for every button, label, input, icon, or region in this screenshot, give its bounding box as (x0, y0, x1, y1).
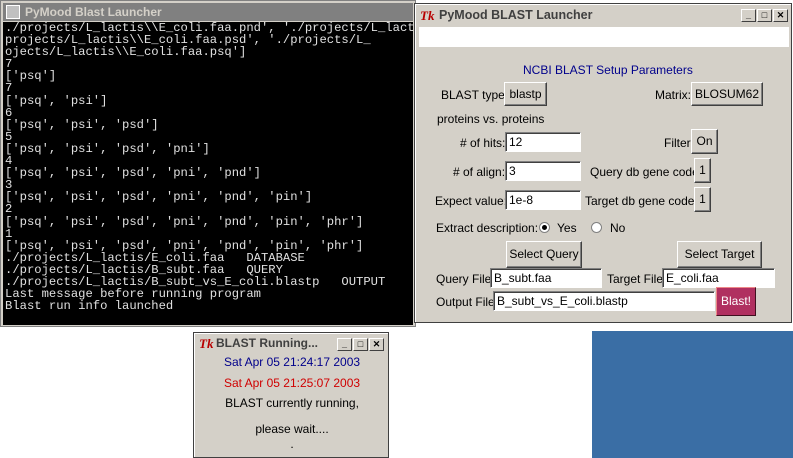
query-file-input[interactable]: B_subt.faa (490, 268, 602, 288)
query-code-button[interactable]: 1 (694, 158, 711, 183)
launcher-title: PyMood BLAST Launcher (439, 8, 593, 22)
setup-header: NCBI BLAST Setup Parameters (523, 63, 693, 77)
extract-no-radio[interactable] (591, 222, 602, 233)
target-code-button[interactable]: 1 (694, 187, 711, 212)
console-window: PyMood Blast Launcher ./projects/L_lacti… (0, 0, 416, 327)
maximize-button[interactable]: □ (353, 338, 368, 351)
console-line: Blast run info launched (5, 299, 174, 314)
matrix-button[interactable]: BLOSUM62 (691, 82, 763, 106)
query-file-label: Query File: (436, 272, 495, 286)
close-button[interactable]: ✕ (369, 338, 384, 351)
running-window: Tk BLAST Running... _ □ ✕ Sat Apr 05 21:… (193, 332, 389, 458)
console-line: ['psq', 'psi', 'psd', 'pni', 'pnd'] (5, 166, 261, 181)
target-code-label: Target db gene code: (585, 194, 698, 208)
matrix-label: Matrix: (655, 88, 691, 102)
extract-no-label: No (610, 221, 626, 235)
align-label: # of align: (453, 165, 506, 179)
console-output[interactable]: ./projects/L_lactis\\E_coli.faa.pnd', '.… (3, 22, 413, 325)
status-text: BLAST currently running, (225, 396, 359, 410)
console-line: ['psq', 'psi', 'psd', 'pni', 'pnd', 'pin… (5, 214, 364, 229)
minimize-button[interactable]: _ (337, 338, 352, 351)
console-line: ojects/L_lactis\\E_coli.faa.psq'] (5, 45, 247, 60)
progress-dot: . (290, 437, 294, 451)
minimize-button[interactable]: _ (741, 9, 756, 22)
extract-yes-label: Yes (557, 221, 577, 235)
filter-label: Filter: (664, 136, 694, 150)
wait-text: please wait.... (255, 422, 329, 436)
blast-type-label: BLAST type: (441, 88, 509, 102)
blast-button[interactable]: Blast! (716, 287, 756, 316)
start-time: Sat Apr 05 21:24:17 2003 (223, 355, 361, 369)
select-query-button[interactable]: Select Query (506, 241, 582, 268)
running-titlebar[interactable]: Tk BLAST Running... _ □ ✕ (196, 335, 386, 352)
hits-input[interactable]: 12 (505, 132, 581, 152)
output-file-label: Output File: (436, 295, 499, 309)
console-line: ['psq', 'psi', 'psd', 'pni'] (5, 141, 210, 156)
expect-input[interactable]: 1e-8 (505, 190, 581, 210)
output-file-input[interactable]: B_subt_vs_E_coli.blastp (493, 291, 715, 311)
maximize-button[interactable]: □ (757, 9, 772, 22)
current-time: Sat Apr 05 21:25:07 2003 (223, 376, 361, 390)
console-line: 7 (5, 57, 13, 72)
extract-yes-radio[interactable] (539, 222, 550, 233)
extract-label: Extract description: (436, 221, 539, 235)
mode-text: proteins vs. proteins (437, 112, 545, 126)
console-line: 1 (5, 226, 13, 241)
console-line: ['psq'] (5, 69, 57, 84)
console-line: 7 (5, 81, 13, 96)
running-title: BLAST Running... (216, 336, 318, 350)
target-file-label: Target File: (607, 272, 667, 286)
console-line: 2 (5, 202, 13, 217)
console-app-icon (6, 5, 20, 19)
target-file-input[interactable]: E_coli.faa (662, 268, 775, 288)
launcher-titlebar[interactable]: Tk PyMood BLAST Launcher _ □ ✕ (417, 6, 789, 25)
query-code-label: Query db gene code: (590, 165, 703, 179)
tk-logo-icon: Tk (199, 336, 214, 351)
blast-type-button[interactable]: blastp (504, 82, 547, 106)
tk-logo-icon: Tk (420, 8, 435, 23)
menu-strip (419, 27, 789, 47)
expect-label: Expect value: (435, 194, 508, 208)
console-line: 6 (5, 105, 13, 120)
console-titlebar[interactable]: PyMood Blast Launcher (3, 3, 413, 21)
launcher-window: Tk PyMood BLAST Launcher _ □ ✕ NCBI BLAS… (414, 3, 792, 323)
console-line: ['psq', 'psi'] (5, 93, 108, 108)
console-line: ['psq', 'psi', 'psd'] (5, 117, 159, 132)
filter-button[interactable]: On (691, 129, 718, 154)
close-button[interactable]: ✕ (773, 9, 788, 22)
desktop-background (592, 331, 793, 458)
hits-label: # of hits: (460, 136, 506, 150)
select-target-button[interactable]: Select Target (677, 241, 762, 268)
console-line: ['psq', 'psi', 'psd', 'pni', 'pnd', 'pin… (5, 190, 313, 205)
console-title: PyMood Blast Launcher (25, 5, 162, 19)
console-line: ['psq', 'psi', 'psd', 'pni', 'pnd', 'pin… (5, 238, 364, 253)
align-input[interactable]: 3 (505, 161, 581, 181)
